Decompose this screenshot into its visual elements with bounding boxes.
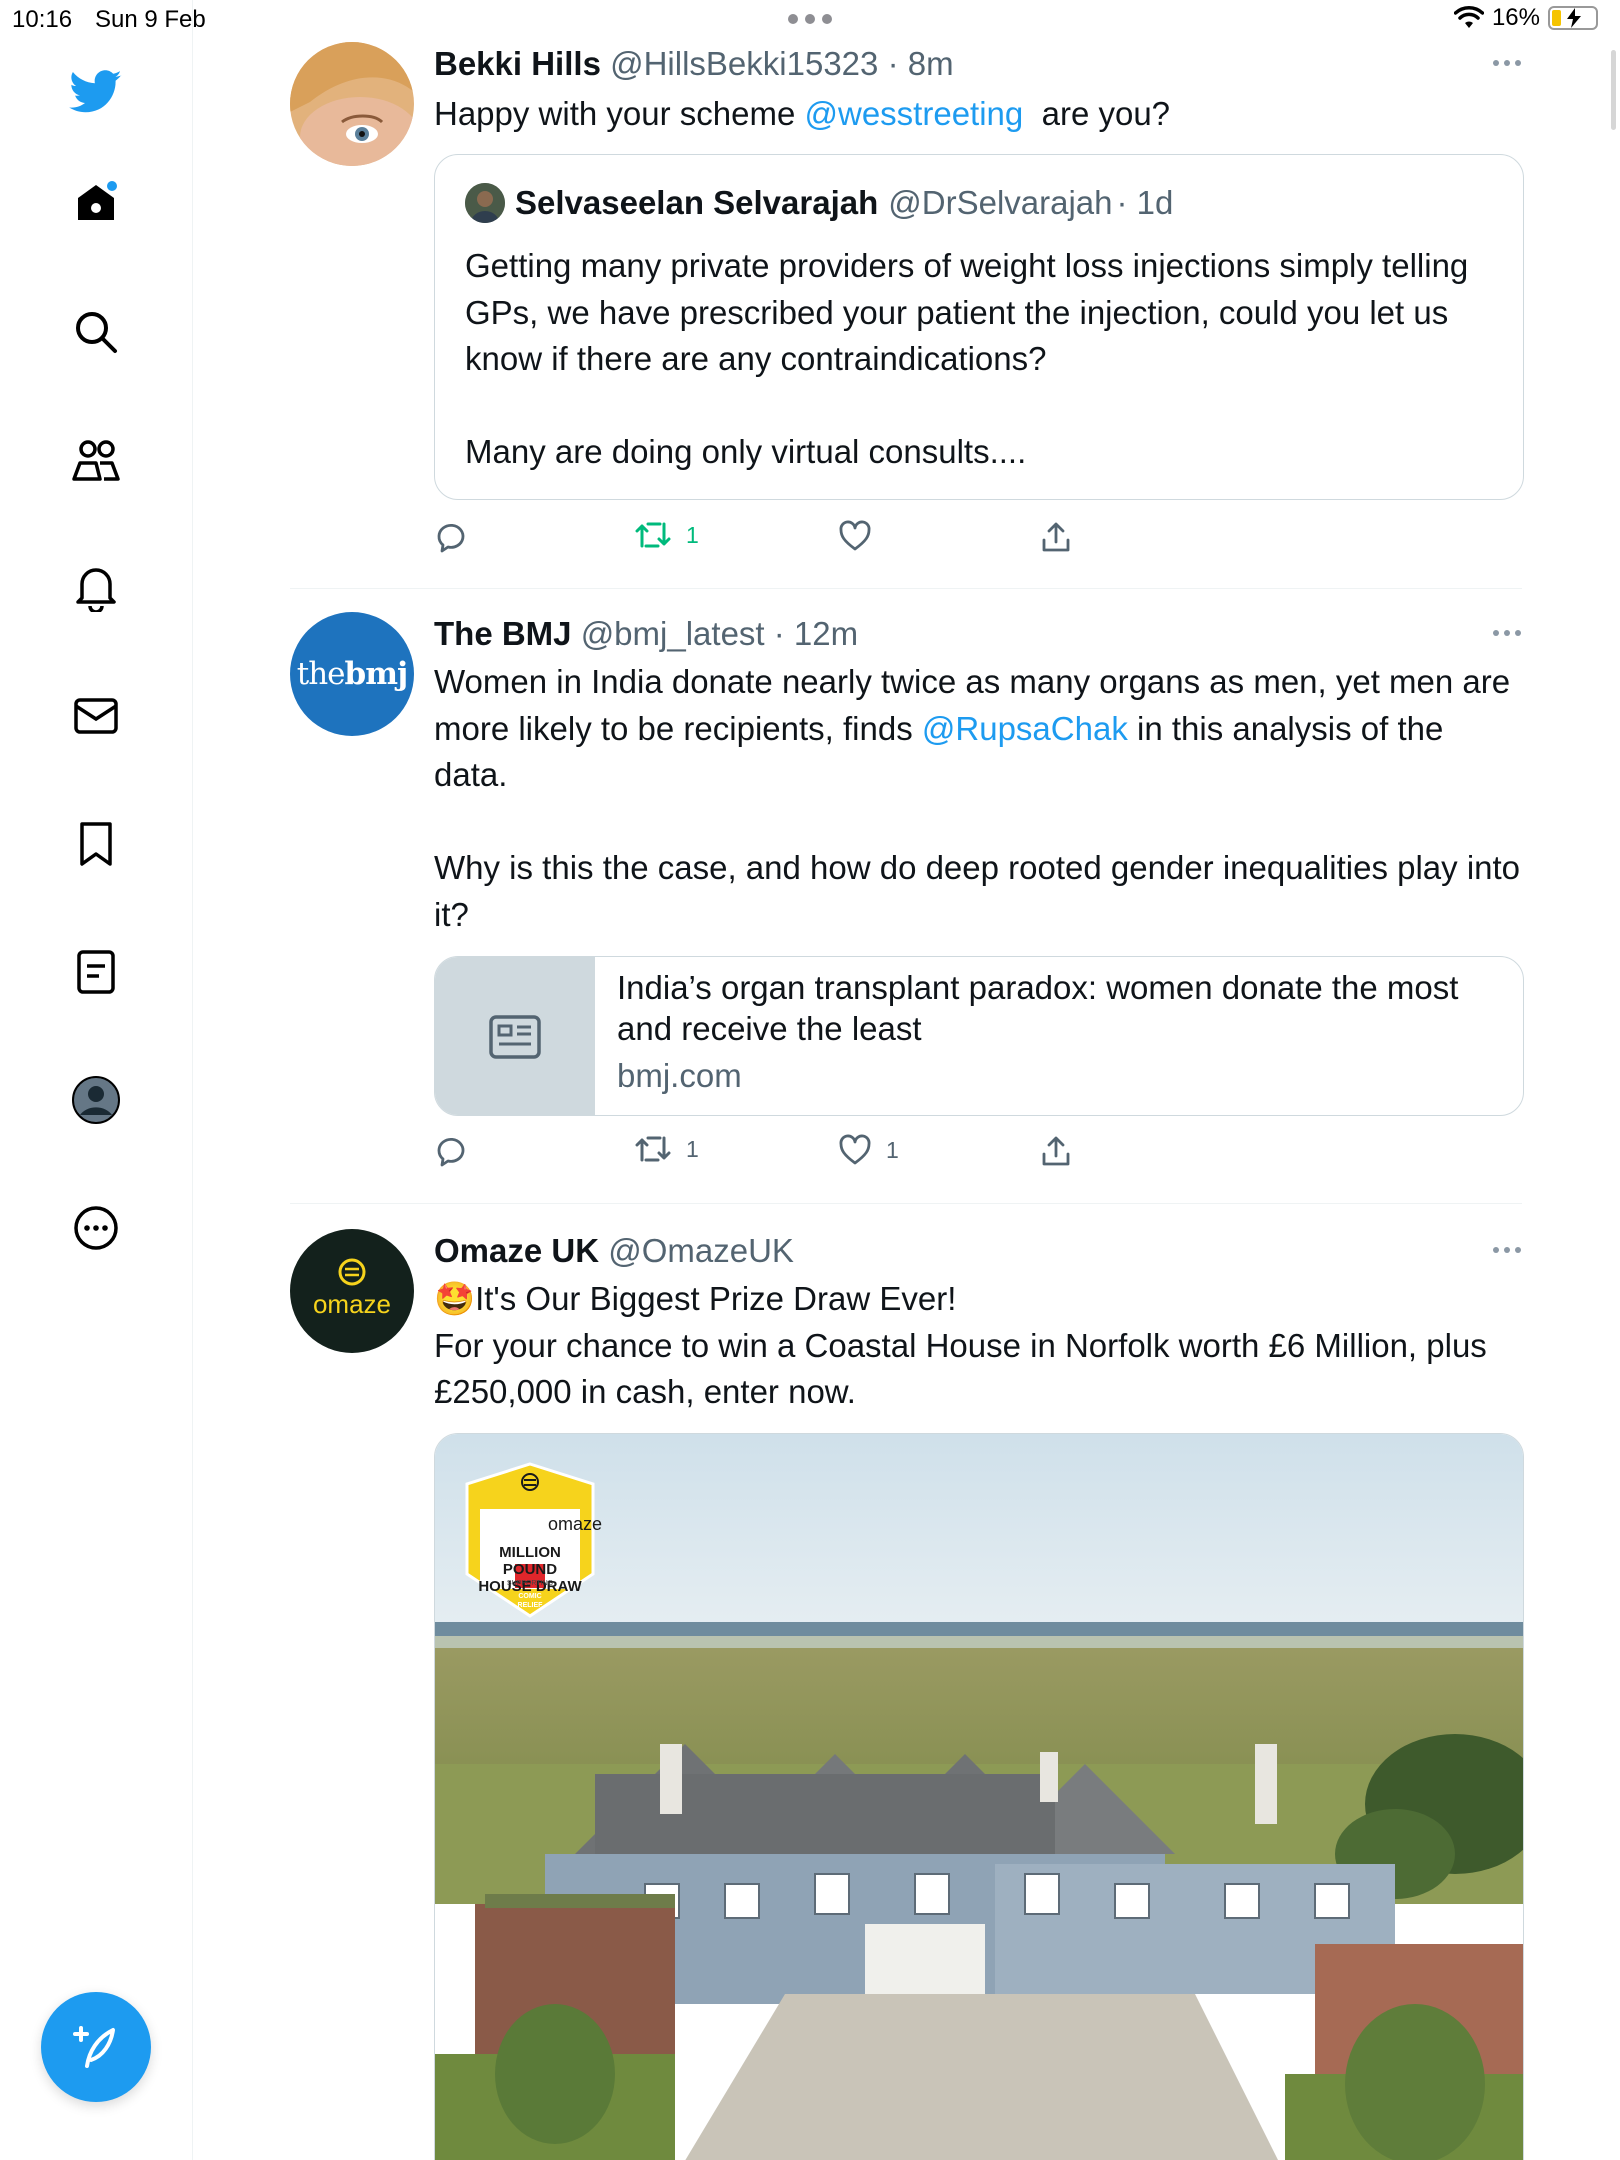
heart-icon (839, 1134, 871, 1165)
more-options-icon[interactable] (1492, 1245, 1522, 1255)
retweet-button[interactable]: 1 (634, 1134, 699, 1164)
compose-tweet-button[interactable] (41, 1992, 151, 2102)
avatar[interactable]: thebmj (290, 612, 414, 736)
retweet-count: 1 (686, 521, 699, 548)
badge-title-line: MILLION POUND (499, 1544, 561, 1578)
tweet[interactable]: Bekki Hills @HillsBekki15323 · 8m Happy … (290, 42, 1524, 562)
link-card-title: India’s organ transplant paradox: women … (617, 969, 1459, 1047)
author-name[interactable]: Bekki Hills (434, 45, 601, 82)
bookmark-icon[interactable] (64, 812, 128, 876)
author-name[interactable]: The BMJ (434, 615, 572, 652)
house-photo (435, 1434, 1523, 2160)
notifications-bell-icon[interactable] (64, 556, 128, 620)
tweet-header: Bekki Hills @HillsBekki15323 · 8m (434, 42, 1522, 86)
tweet-text: 🤩It's Our Biggest Prize Draw Ever! (434, 1276, 1522, 1323)
avatar[interactable]: omaze (290, 1229, 414, 1353)
multitasking-dots-icon[interactable] (787, 8, 833, 30)
share-button[interactable] (1040, 520, 1072, 554)
tweet-text-part: Happy with your scheme (434, 95, 805, 132)
quoted-tweet[interactable]: Selvaseelan Selvarajah @DrSelvarajah · 1… (434, 154, 1524, 500)
mention-link[interactable]: @wesstreeting (805, 95, 1024, 132)
badge-supporting: SUPPORTING (506, 1580, 554, 1587)
compose-feather-icon (73, 2026, 115, 2068)
battery-icon (1548, 6, 1598, 30)
profile-avatar-icon[interactable] (64, 1068, 128, 1132)
tweet-divider (290, 1203, 1522, 1204)
avatar-logo-part: bmj (344, 656, 409, 692)
more-options-icon[interactable] (1492, 628, 1522, 638)
tweet-text-part: It's Our Biggest Prize Draw Ever! (475, 1280, 957, 1317)
avatar-logo-text: omaze (312, 1288, 392, 1319)
battery-percent: 16% (1491, 4, 1540, 31)
quoted-avatar (465, 183, 505, 223)
author-handle[interactable]: @OmazeUK (608, 1232, 794, 1269)
reply-icon (437, 524, 465, 553)
quoted-tweet-time: · 1d (1116, 184, 1174, 221)
tweet-text-line: For your chance to win a Coastal House i… (434, 1326, 1496, 1411)
badge-title: MILLION POUND HOUSE DRAW (475, 1544, 585, 1595)
tweet-text-part: are you? (1023, 95, 1171, 132)
quoted-tweet-header: Selvaseelan Selvarajah @DrSelvarajah · 1… (465, 181, 1173, 225)
quoted-author-name: Selvaseelan Selvarajah (515, 184, 879, 221)
avatar-logo-text: thebmj (296, 656, 409, 692)
like-button[interactable] (838, 520, 872, 552)
tweet[interactable]: omaze Omaze UK @OmazeUK 🤩It's Our Bigges… (290, 1229, 1524, 2160)
more-options-icon[interactable] (64, 1196, 128, 1260)
share-icon (1042, 1136, 1070, 1166)
link-card-thumbnail (435, 957, 595, 1115)
heart-icon (839, 520, 871, 551)
twitter-logo-icon[interactable] (64, 60, 128, 124)
quoted-tweet-text: Getting many private providers of weight… (465, 247, 1469, 470)
tweet-text: Happy with your scheme @wesstreeting are… (434, 91, 1522, 138)
search-icon[interactable] (64, 300, 128, 364)
tweet-actions: 1 (434, 520, 1094, 560)
retweet-icon (635, 522, 671, 548)
tweet-divider (290, 588, 1522, 589)
tweet-time[interactable]: · 8m (888, 45, 954, 82)
retweet-icon (635, 1136, 671, 1162)
more-options-icon[interactable] (1492, 58, 1522, 68)
author-name[interactable]: Omaze UK (434, 1232, 599, 1269)
link-card-domain: bmj.com (617, 1057, 742, 1094)
retweet-count: 1 (686, 1135, 699, 1162)
wifi-icon (1453, 6, 1484, 28)
tweet[interactable]: thebmj The BMJ @bmj_latest · 12m Women i… (290, 612, 1524, 1182)
tweet-time[interactable]: · 12m (774, 615, 858, 652)
author-handle[interactable]: @bmj_latest (581, 615, 765, 652)
link-card[interactable]: India’s organ transplant paradox: women … (434, 956, 1524, 1116)
emoji: 🤩 (434, 1280, 476, 1317)
messages-envelope-icon[interactable] (64, 684, 128, 748)
avatar-logo-part: the (296, 656, 346, 692)
lists-icon[interactable] (64, 940, 128, 1004)
tweet-text: Women in India donate nearly twice as ma… (434, 659, 1522, 938)
quoted-author-handle: @DrSelvarajah (888, 184, 1113, 221)
share-icon (1042, 522, 1070, 552)
share-button[interactable] (1040, 1134, 1072, 1168)
sidebar (0, 0, 193, 2160)
tweet-actions: 1 1 (434, 1134, 1094, 1174)
home-icon[interactable] (64, 170, 128, 234)
like-button[interactable]: 1 (838, 1134, 899, 1166)
status-bar: 10:16 Sun 9 Feb 16% (0, 0, 1620, 40)
reply-button[interactable] (434, 520, 468, 554)
article-icon (488, 1015, 541, 1059)
tweet-header: The BMJ @bmj_latest · 12m (434, 612, 1522, 656)
omaze-logo-icon (338, 1258, 366, 1285)
like-count: 1 (886, 1136, 899, 1163)
feed-scrollbar[interactable] (1611, 50, 1616, 130)
reply-button[interactable] (434, 1134, 468, 1168)
mention-link[interactable]: @RupsaChak (922, 710, 1128, 747)
avatar[interactable] (290, 42, 414, 166)
author-handle[interactable]: @HillsBekki15323 (610, 45, 878, 82)
badge-charity-logo: COMIC RELIEF (517, 1593, 543, 1609)
communities-icon[interactable] (64, 428, 128, 492)
tweet-media-image[interactable]: omaze MILLION POUND HOUSE DRAW SUPPORTING… (434, 1433, 1524, 2160)
retweet-button[interactable]: 1 (634, 520, 699, 550)
reply-icon (437, 1138, 465, 1167)
badge-brand: omaze (547, 1514, 603, 1534)
tweet-header: Omaze UK @OmazeUK (434, 1229, 1522, 1273)
